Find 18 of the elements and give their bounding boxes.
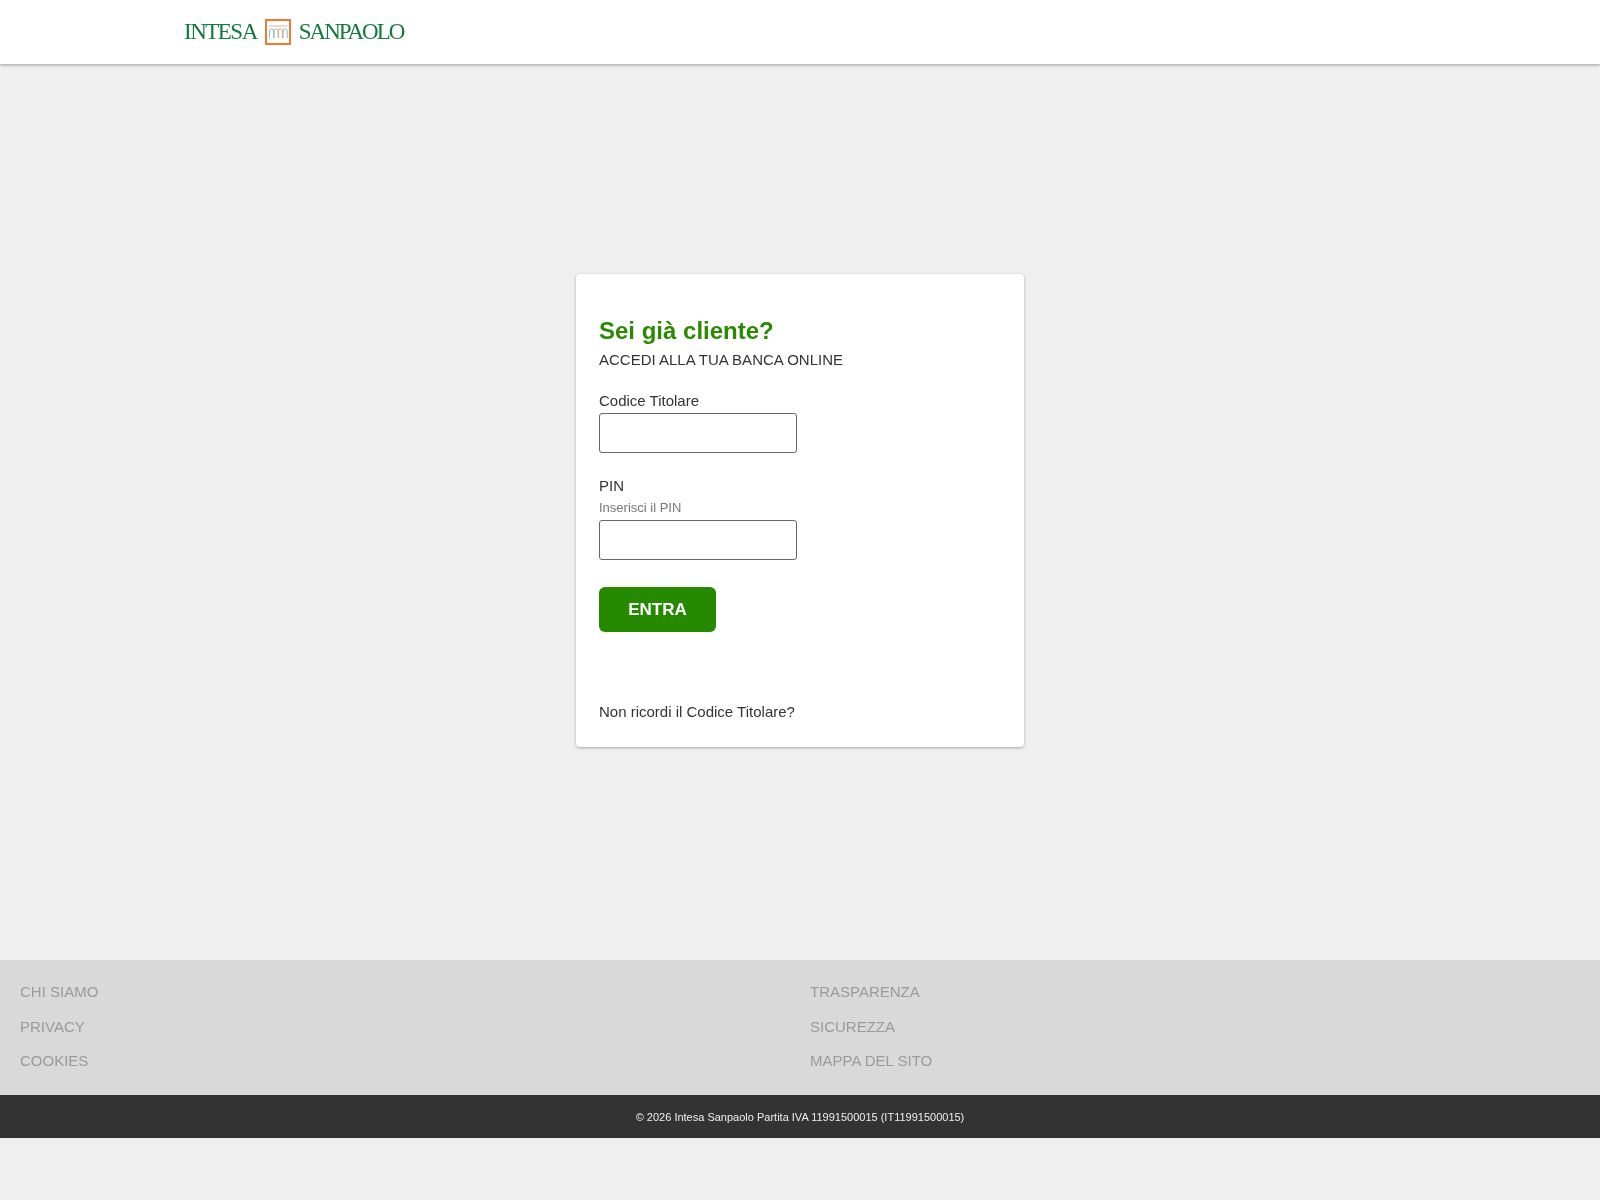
login-title: Sei già cliente? bbox=[599, 316, 774, 346]
footer-link[interactable]: MAPPA DEL SITO bbox=[810, 1051, 933, 1071]
copyright-text: © 2026 Intesa Sanpaolo Partita IVA 11991500015 (IT11991500015) bbox=[635, 1110, 965, 1123]
login-button[interactable]: ENTRA bbox=[599, 587, 716, 632]
field-label: PIN bbox=[599, 476, 624, 496]
arches-icon bbox=[264, 19, 291, 45]
field-label: Codice Titolare bbox=[599, 391, 700, 411]
footer-link[interactable]: PRIVACY bbox=[20, 1016, 85, 1037]
input-field[interactable] bbox=[599, 413, 797, 453]
logo-link[interactable]: INTESA SANPAOLO bbox=[184, 19, 404, 45]
input-field[interactable] bbox=[599, 520, 797, 560]
footer-link[interactable]: TRASPARENZA bbox=[810, 982, 920, 1002]
footer-link[interactable]: CHI SIAMO bbox=[20, 982, 99, 1002]
login-subtitle: ACCEDI ALLA TUA BANCA ONLINE bbox=[599, 350, 843, 370]
footer-link[interactable]: SICUREZZA bbox=[810, 1016, 895, 1037]
footer-link[interactable]: COOKIES bbox=[20, 1051, 89, 1071]
field-hint: Inserisci il PIN bbox=[599, 499, 682, 517]
help-link[interactable]: Non ricordi il Codice Titolare? bbox=[599, 702, 795, 722]
